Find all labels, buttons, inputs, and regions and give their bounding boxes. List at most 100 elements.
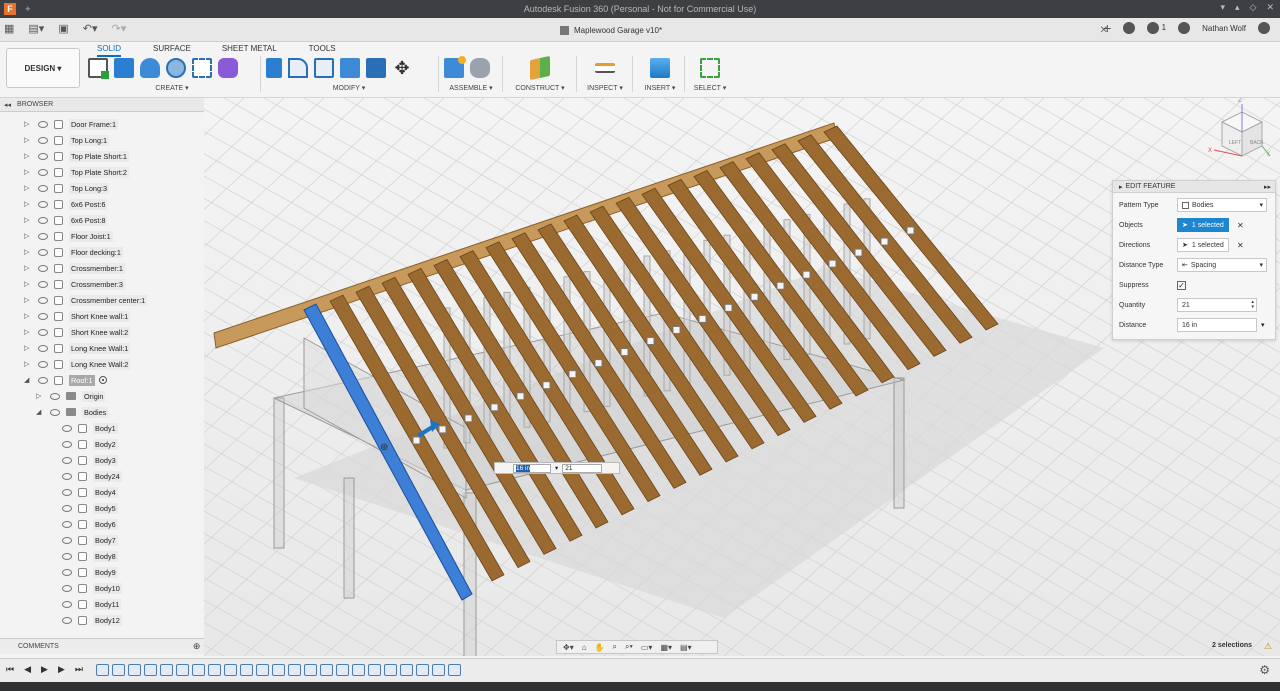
viewcube[interactable]: LEFT BACK X Y Z bbox=[1206, 98, 1276, 166]
assemble-menu[interactable]: ASSEMBLE ▾ bbox=[444, 84, 498, 92]
collapse-arrow-icon[interactable]: ◢ bbox=[36, 408, 44, 416]
instance-checkbox-icon[interactable] bbox=[854, 248, 863, 257]
instance-checkbox-icon[interactable] bbox=[776, 281, 785, 290]
visibility-eye-icon[interactable] bbox=[38, 312, 48, 320]
inline-quantity-field[interactable]: 21 bbox=[562, 463, 603, 473]
body-item[interactable]: Body11 bbox=[48, 596, 122, 612]
timeline-feature-icon[interactable] bbox=[96, 664, 109, 676]
visibility-eye-icon[interactable] bbox=[38, 136, 48, 144]
user-name[interactable]: Nathan Wolf bbox=[1202, 24, 1246, 33]
create-menu[interactable]: CREATE ▾ bbox=[88, 84, 256, 92]
browser-item[interactable]: ▷ Long Knee Wall:2 bbox=[24, 356, 131, 372]
expand-arrow-icon[interactable]: ▷ bbox=[24, 136, 32, 144]
comments-panel[interactable]: COMMENTS ⊕ bbox=[0, 638, 204, 654]
visibility-eye-icon[interactable] bbox=[38, 168, 48, 176]
new-tab-icon[interactable]: + bbox=[1103, 21, 1111, 35]
expand-arrow-icon[interactable]: ▷ bbox=[24, 184, 32, 192]
joint-icon[interactable] bbox=[470, 58, 490, 78]
construct-menu[interactable]: CONSTRUCT ▾ bbox=[508, 84, 572, 92]
expand-arrow-icon[interactable]: ▷ bbox=[24, 248, 32, 256]
timeline-feature-icon[interactable] bbox=[128, 664, 141, 676]
dialog-expand-icon[interactable]: ▸▸ bbox=[1264, 183, 1271, 191]
collapse-arrow-icon[interactable]: ◢ bbox=[24, 376, 32, 384]
timeline-feature-icon[interactable] bbox=[368, 664, 381, 676]
select-menu[interactable]: SELECT ▾ bbox=[690, 84, 730, 92]
visibility-eye-icon[interactable] bbox=[38, 280, 48, 288]
display-settings-icon[interactable]: ▭▾ bbox=[641, 643, 653, 652]
objects-selection-button[interactable]: ➤ 1 selected bbox=[1177, 218, 1229, 232]
insert-image-icon[interactable] bbox=[650, 58, 670, 78]
timeline-feature-icon[interactable] bbox=[240, 664, 253, 676]
browser-item[interactable]: ▷ Top Long:3 bbox=[24, 180, 110, 196]
visibility-eye-icon[interactable] bbox=[62, 456, 72, 464]
instance-checkbox-icon[interactable] bbox=[464, 414, 473, 423]
document-tab[interactable]: Maplewood Garage v10* ✕ bbox=[560, 18, 1120, 42]
timeline-feature-icon[interactable] bbox=[304, 664, 317, 676]
extrude-icon[interactable] bbox=[114, 58, 134, 78]
timeline-feature-icon[interactable] bbox=[384, 664, 397, 676]
expand-arrow-icon[interactable]: ▷ bbox=[24, 344, 32, 352]
tab-surface[interactable]: SURFACE bbox=[153, 42, 191, 57]
go-to-start-icon[interactable]: ⏮ bbox=[6, 664, 14, 675]
warning-icon[interactable]: ⚠ bbox=[1264, 641, 1272, 652]
visibility-eye-icon[interactable] bbox=[62, 520, 72, 528]
visibility-eye-icon[interactable] bbox=[62, 472, 72, 480]
go-to-end-icon[interactable]: ⏭ bbox=[75, 664, 83, 675]
form-icon[interactable] bbox=[218, 58, 238, 78]
browser-item-origin[interactable]: ▷ Origin bbox=[36, 388, 106, 404]
chamfer-icon[interactable] bbox=[314, 58, 334, 78]
distance-dropdown-icon[interactable]: ▾ bbox=[1261, 321, 1265, 329]
body-item[interactable]: Body12 bbox=[48, 612, 122, 628]
close-window-button[interactable]: ✕ bbox=[1266, 2, 1274, 13]
save-icon[interactable]: ▣ bbox=[58, 22, 68, 35]
viewcube-back-face[interactable]: BACK bbox=[1250, 140, 1264, 146]
visibility-eye-icon[interactable] bbox=[38, 248, 48, 256]
browser-item[interactable]: ▷ Top Plate Short:1 bbox=[24, 148, 129, 164]
browser-item[interactable]: ▷ Long Knee Wall:1 bbox=[24, 340, 131, 356]
visibility-eye-icon[interactable] bbox=[62, 504, 72, 512]
visibility-eye-icon[interactable] bbox=[38, 360, 48, 368]
browser-item[interactable]: ▷ Short Knee wall:1 bbox=[24, 308, 131, 324]
expand-arrow-icon[interactable]: ▷ bbox=[24, 120, 32, 128]
timeline-feature-icon[interactable] bbox=[288, 664, 301, 676]
tab-tools[interactable]: TOOLS bbox=[309, 42, 336, 57]
timeline-feature-icon[interactable] bbox=[320, 664, 333, 676]
inspect-menu[interactable]: INSPECT ▾ bbox=[582, 84, 628, 92]
instance-checkbox-icon[interactable] bbox=[724, 303, 733, 312]
visibility-eye-icon[interactable] bbox=[62, 552, 72, 560]
timeline-feature-icon[interactable] bbox=[192, 664, 205, 676]
timeline-feature-icon[interactable] bbox=[432, 664, 445, 676]
dialog-collapse-icon[interactable]: ▸ bbox=[1119, 183, 1123, 191]
instance-checkbox-icon[interactable] bbox=[516, 392, 525, 401]
revolve-icon[interactable] bbox=[140, 58, 160, 78]
move-icon[interactable]: ✥ bbox=[392, 58, 412, 78]
viewcube-top-face[interactable]: LEFT bbox=[1229, 140, 1241, 146]
workspace-switcher[interactable]: DESIGN ▾ bbox=[6, 48, 80, 88]
browser-item[interactable]: ▷ Floor decking:1 bbox=[24, 244, 123, 260]
visibility-eye-icon[interactable] bbox=[62, 440, 72, 448]
shell-icon[interactable] bbox=[340, 58, 360, 78]
browser-item[interactable]: ▷ Crossmember:1 bbox=[24, 260, 125, 276]
timeline-settings-icon[interactable]: ⚙ bbox=[1259, 663, 1270, 677]
browser-item[interactable]: ▷ 6x6 Post:6 bbox=[24, 196, 108, 212]
hole-icon[interactable] bbox=[166, 58, 186, 78]
visibility-eye-icon[interactable] bbox=[50, 392, 60, 400]
extensions-icon[interactable] bbox=[1123, 22, 1136, 34]
modify-menu[interactable]: MODIFY ▾ bbox=[266, 84, 432, 92]
timeline-feature-icon[interactable] bbox=[208, 664, 221, 676]
stepper-arrows-icon[interactable]: ▴ ▾ bbox=[1251, 300, 1254, 310]
pin-icon[interactable]: ✦ bbox=[24, 4, 32, 15]
step-forward-icon[interactable]: ▶ bbox=[58, 664, 65, 675]
timeline-feature-icon[interactable] bbox=[272, 664, 285, 676]
browser-item[interactable]: ▷ Door Frame:1 bbox=[24, 116, 119, 132]
data-panel-icon[interactable]: ▦ bbox=[4, 22, 14, 35]
instance-checkbox-icon[interactable] bbox=[620, 348, 629, 357]
job-status-button[interactable]: 1 bbox=[1147, 22, 1166, 34]
visibility-eye-icon[interactable] bbox=[38, 376, 48, 384]
visibility-eye-icon[interactable] bbox=[62, 488, 72, 496]
timeline-feature-icon[interactable] bbox=[256, 664, 269, 676]
browser-item[interactable]: ▷ Top Long:1 bbox=[24, 132, 110, 148]
browser-item[interactable]: ▷ Crossmember:3 bbox=[24, 276, 125, 292]
timeline-feature-icon[interactable] bbox=[416, 664, 429, 676]
redo-icon[interactable]: ↷▾ bbox=[111, 22, 126, 35]
